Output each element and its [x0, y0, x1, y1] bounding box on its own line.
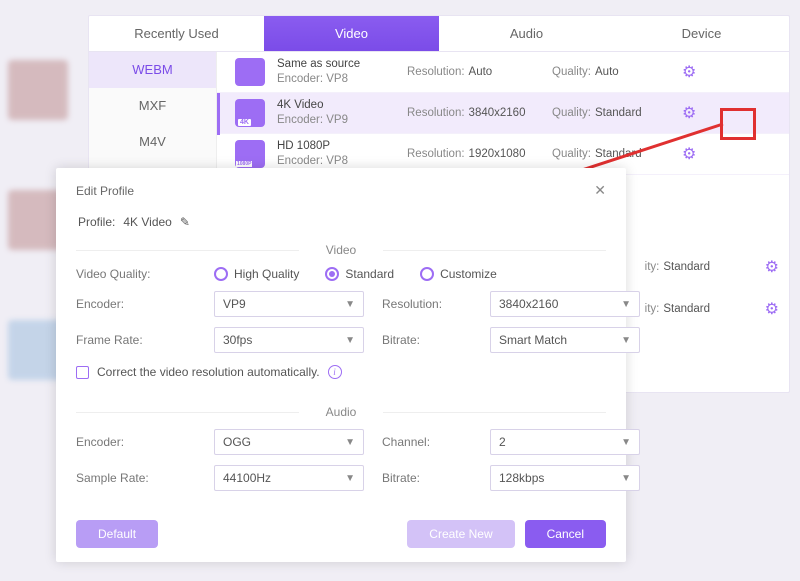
chevron-down-icon: ▼	[621, 437, 631, 448]
radio-customize[interactable]: Customize	[420, 267, 497, 281]
select-value: OGG	[223, 435, 251, 449]
res-label: Resolution:	[407, 107, 465, 119]
resolution-label: Resolution:	[382, 297, 472, 311]
select-value: 3840x2160	[499, 297, 558, 311]
quality-label: Quality:	[552, 107, 591, 119]
profile-encoder: Encoder: VP8	[277, 154, 407, 169]
profile-row-same-as-source[interactable]: Same as source Encoder: VP8 Resolution: A…	[217, 52, 789, 93]
quality-value: Standard	[663, 261, 710, 273]
auto-correct-checkbox[interactable]	[76, 366, 89, 379]
quality-label: ity:	[645, 303, 660, 315]
video-encoder-select[interactable]: VP9 ▼	[214, 291, 364, 317]
edit-profile-dialog: Edit Profile ✕ Profile: 4K Video ✎ Video…	[56, 168, 626, 562]
select-value: 30fps	[223, 333, 252, 347]
video-encoder-label: Encoder:	[76, 297, 196, 311]
profile-row-4k-video[interactable]: 4K Video Encoder: VP9 Resolution: 3840x21…	[217, 93, 789, 134]
chevron-down-icon: ▼	[621, 335, 631, 346]
res-value: 1920x1080	[469, 148, 526, 160]
res-value: Auto	[469, 66, 493, 78]
audio-bitrate-label: Bitrate:	[382, 471, 472, 485]
profile-encoder: Encoder: VP9	[277, 113, 407, 128]
sample-rate-label: Sample Rate:	[76, 471, 196, 485]
chevron-down-icon: ▼	[345, 299, 355, 310]
audio-bitrate-select[interactable]: 128kbps ▼	[490, 465, 640, 491]
channel-select[interactable]: 2▼	[490, 429, 640, 455]
edit-icon[interactable]: ✎	[180, 215, 190, 229]
gear-icon[interactable]: ⚙	[682, 103, 696, 123]
profile-name: Same as source	[277, 57, 407, 72]
sidebar-item-mxf[interactable]: MXF	[89, 88, 216, 124]
profile-encoder: Encoder: VP8	[277, 72, 407, 87]
select-value: 128kbps	[499, 471, 544, 485]
frame-rate-select[interactable]: 30fps ▼	[214, 327, 364, 353]
cancel-button[interactable]: Cancel	[525, 520, 606, 548]
audio-encoder-label: Encoder:	[76, 435, 196, 449]
profile-name: HD 1080P	[277, 139, 407, 154]
audio-encoder-select[interactable]: OGG ▼	[214, 429, 364, 455]
profile-label: Profile:	[78, 215, 115, 229]
radio-standard[interactable]: Standard	[325, 267, 394, 281]
info-icon[interactable]: i	[328, 365, 342, 379]
quality-value: Standard	[595, 148, 642, 160]
frame-rate-label: Frame Rate:	[76, 333, 196, 347]
select-value: Smart Match	[499, 333, 567, 347]
tab-audio[interactable]: Audio	[439, 16, 614, 51]
select-value: 44100Hz	[223, 471, 271, 485]
video-bitrate-label: Bitrate:	[382, 333, 472, 347]
gear-icon[interactable]: ⚙	[765, 299, 779, 319]
tab-video[interactable]: Video	[264, 16, 439, 51]
select-value: VP9	[223, 297, 246, 311]
chevron-down-icon: ▼	[621, 473, 631, 484]
sidebar-item-webm[interactable]: WEBM	[89, 52, 216, 88]
res-label: Resolution:	[407, 66, 465, 78]
default-button[interactable]: Default	[76, 520, 158, 548]
tabs: Recently Used Video Audio Device	[89, 16, 789, 52]
quality-label: ity:	[645, 261, 660, 273]
sidebar-item-m4v[interactable]: M4V	[89, 124, 216, 160]
audio-section-title: Audio	[76, 405, 606, 419]
close-icon[interactable]: ✕	[594, 182, 606, 199]
res-value: 3840x2160	[469, 107, 526, 119]
quality-label: Quality:	[552, 66, 591, 78]
channel-label: Channel:	[382, 435, 472, 449]
gear-icon[interactable]: ⚙	[765, 257, 779, 277]
chevron-down-icon: ▼	[345, 473, 355, 484]
chevron-down-icon: ▼	[345, 437, 355, 448]
sample-rate-select[interactable]: 44100Hz ▼	[214, 465, 364, 491]
video-quality-label: Video Quality:	[76, 267, 196, 281]
chevron-down-icon: ▼	[345, 335, 355, 346]
tab-device[interactable]: Device	[614, 16, 789, 51]
gear-icon[interactable]: ⚙	[682, 144, 696, 164]
create-new-button[interactable]: Create New	[407, 520, 514, 548]
quality-value: Standard	[595, 107, 642, 119]
select-value: 2	[499, 435, 506, 449]
dialog-title: Edit Profile	[76, 184, 134, 198]
profile-name-value: 4K Video	[123, 215, 172, 229]
radio-high-quality[interactable]: High Quality	[214, 267, 299, 281]
quality-value: Auto	[595, 66, 619, 78]
video-section-title: Video	[76, 243, 606, 257]
quality-value: Standard	[663, 303, 710, 315]
radio-label: Standard	[345, 267, 394, 281]
auto-correct-label: Correct the video resolution automatical…	[97, 365, 320, 379]
quality-label: Quality:	[552, 148, 591, 160]
res-label: Resolution:	[407, 148, 465, 160]
profile-name: 4K Video	[277, 98, 407, 113]
profile-icon	[235, 99, 265, 127]
gear-icon[interactable]: ⚙	[682, 62, 696, 82]
radio-label: Customize	[440, 267, 497, 281]
tab-recently-used[interactable]: Recently Used	[89, 16, 264, 51]
resolution-select[interactable]: 3840x2160 ▼	[490, 291, 640, 317]
selection-indicator	[217, 93, 220, 135]
profile-icon	[235, 58, 265, 86]
profile-icon	[235, 140, 265, 168]
video-bitrate-select[interactable]: Smart Match ▼	[490, 327, 640, 353]
radio-label: High Quality	[234, 267, 299, 281]
chevron-down-icon: ▼	[621, 299, 631, 310]
